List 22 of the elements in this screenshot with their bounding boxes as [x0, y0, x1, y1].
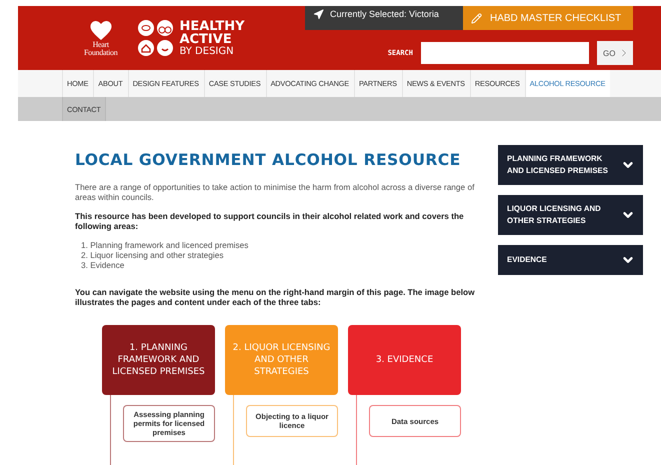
logo-text: Foundation [84, 49, 118, 57]
section-heading-box: 1. PLANNING FRAMEWORK AND LICENSED PREMISES [102, 325, 215, 395]
brand-text: BY DESIGN [179, 46, 235, 56]
area-list-item: 3. Evidence [81, 260, 126, 270]
area-list-item: 1. Planning framework and licenced premises [81, 240, 250, 250]
heart-icon [88, 19, 113, 41]
section-heading-box: 3. EVIDENCE [348, 325, 461, 395]
area-list-item: 2. Liquor licensing and other strategies [81, 250, 225, 260]
search-field[interactable] [421, 42, 589, 64]
navigation-note: You can navigate the website using the menu on the right-hand margin of this page. The image below illustrates the pages and content under each of the three tabs: [75, 287, 476, 307]
activity-circles-icon [137, 19, 176, 57]
brand-text: HEALTHY [179, 20, 245, 32]
go-button[interactable]: GO [597, 41, 633, 65]
logo-text: Heart [92, 41, 109, 49]
brand-text: ACTIVE [179, 32, 233, 46]
pencil-icon [471, 12, 482, 24]
section-heading-box: 2. LIQUOR LICENSING AND OTHER STRATEGIES [225, 325, 338, 395]
location-selector[interactable]: Currently Selected: Victoria [305, 6, 463, 30]
location-arrow-icon [313, 9, 324, 20]
page-title: LOCAL GOVERNMENT ALCOHOL RESOURCE [75, 151, 462, 169]
intro-paragraph: There are a range of opportunities to take action to minimise the harm from alcohol across a diverse range of areas within councils. [75, 182, 476, 202]
lead-paragraph: This resource has been developed to support councils in their alcohol related work and covers the following areas: [75, 211, 465, 231]
